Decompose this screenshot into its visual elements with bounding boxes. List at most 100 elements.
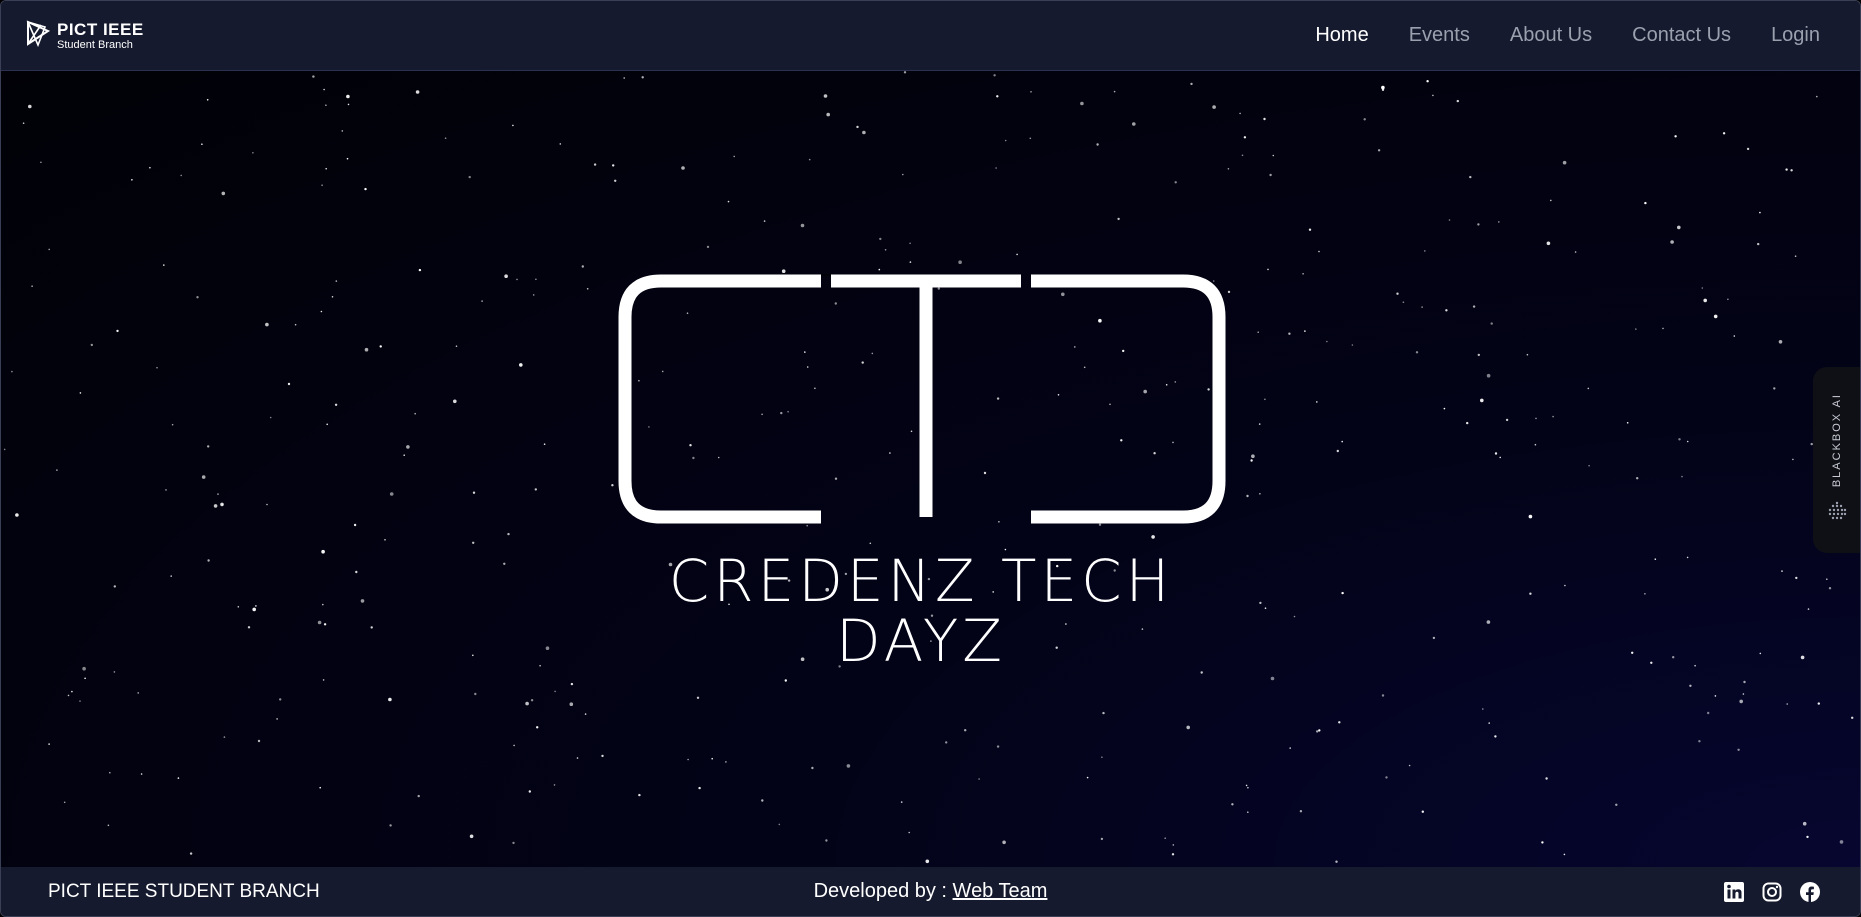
star — [1308, 228, 1312, 231]
star — [1494, 735, 1497, 738]
star — [1415, 351, 1419, 354]
star — [1270, 676, 1275, 681]
star — [978, 778, 980, 780]
star — [370, 626, 373, 629]
star — [3, 448, 6, 451]
star — [415, 90, 420, 94]
star — [1267, 268, 1269, 271]
star — [418, 268, 422, 272]
star — [1545, 777, 1548, 780]
nav-contact-us[interactable]: Contact Us — [1632, 24, 1731, 47]
star — [1644, 201, 1647, 205]
star — [201, 143, 203, 145]
star — [1490, 322, 1493, 325]
star — [321, 184, 323, 186]
star — [1264, 398, 1266, 401]
star — [455, 345, 458, 348]
star — [1807, 608, 1810, 610]
star — [1466, 421, 1469, 425]
star — [1247, 786, 1249, 789]
star — [811, 766, 814, 770]
brand-logo[interactable]: PICT IEEE Student Branch — [25, 19, 144, 52]
star — [1385, 776, 1388, 779]
star — [1528, 514, 1533, 519]
star — [1426, 80, 1429, 83]
star — [472, 491, 476, 494]
hero-starfield: CREDENZ TECH DAYZ — [1, 71, 1860, 869]
star — [884, 249, 887, 251]
star — [1289, 747, 1291, 749]
star — [252, 607, 256, 612]
star — [1526, 353, 1529, 356]
logo-title: CREDENZ TECH DAYZ — [668, 547, 1174, 675]
web-team-link[interactable]: Web Team — [953, 880, 1048, 902]
star — [1381, 694, 1385, 697]
star — [763, 220, 766, 222]
star — [1529, 592, 1532, 595]
navbar: PICT IEEE Student Branch Home Events Abo… — [1, 1, 1860, 71]
nav-home[interactable]: Home — [1315, 24, 1368, 47]
star — [1171, 853, 1175, 856]
star — [1826, 578, 1828, 580]
star — [1381, 88, 1385, 91]
star — [1264, 607, 1267, 609]
star — [1817, 702, 1821, 705]
star — [1396, 292, 1399, 295]
star — [90, 343, 94, 347]
star — [528, 790, 531, 793]
star — [1245, 784, 1248, 787]
star — [1164, 837, 1166, 839]
star — [1785, 168, 1788, 171]
star — [909, 242, 911, 245]
linkedin-icon[interactable] — [1724, 881, 1744, 902]
star — [1851, 716, 1854, 719]
star — [1703, 298, 1707, 303]
star — [1654, 558, 1657, 560]
dots-grid-icon — [1826, 500, 1848, 527]
nav-events[interactable]: Events — [1409, 24, 1470, 47]
star — [964, 729, 967, 732]
star — [1086, 776, 1089, 779]
star — [1482, 708, 1484, 710]
blackbox-ai-tab[interactable]: BLACKBOX AI — [1813, 367, 1860, 553]
star — [825, 839, 828, 842]
star — [711, 757, 713, 760]
star — [472, 654, 474, 657]
star — [1293, 615, 1296, 618]
star — [137, 692, 139, 694]
star — [207, 559, 210, 562]
star — [1424, 250, 1426, 252]
star — [826, 112, 830, 117]
star — [576, 757, 579, 759]
star — [725, 761, 727, 763]
star — [545, 646, 550, 650]
star — [1588, 464, 1590, 467]
star — [1335, 860, 1338, 863]
star — [1113, 90, 1116, 93]
star — [1795, 576, 1798, 580]
star — [207, 445, 210, 448]
star — [1535, 417, 1537, 420]
star — [1408, 764, 1411, 767]
star — [474, 692, 477, 696]
star — [1678, 438, 1681, 441]
star — [1101, 756, 1103, 758]
star — [221, 191, 226, 196]
nav-about-us[interactable]: About Us — [1510, 24, 1592, 47]
star — [993, 74, 996, 77]
star — [1757, 242, 1760, 246]
star — [1239, 112, 1241, 115]
facebook-icon[interactable] — [1800, 881, 1820, 902]
nav-login[interactable]: Login — [1771, 24, 1820, 47]
star — [1562, 160, 1567, 165]
star — [346, 94, 350, 99]
star — [1269, 173, 1272, 177]
star — [1564, 584, 1566, 587]
star — [1486, 620, 1491, 624]
star — [40, 161, 42, 164]
star — [364, 187, 367, 191]
instagram-icon[interactable] — [1762, 882, 1782, 902]
star — [1737, 748, 1740, 751]
star — [79, 700, 81, 702]
star — [1445, 309, 1448, 312]
